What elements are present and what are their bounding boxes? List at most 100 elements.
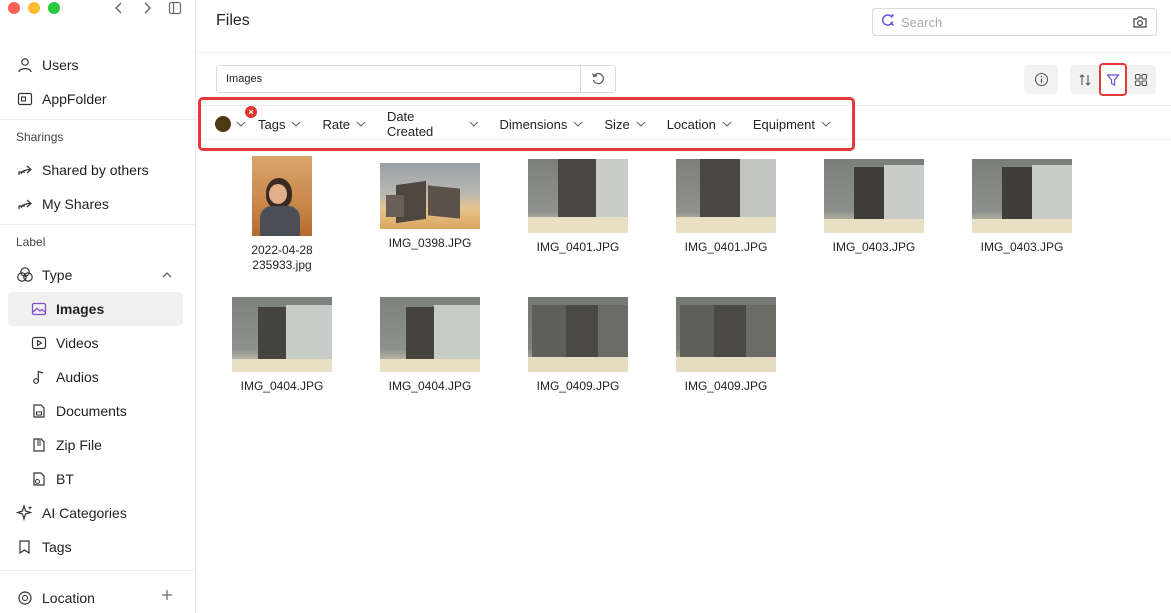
file-tile[interactable]: IMG_0403.JPG — [824, 156, 924, 255]
file-tile[interactable]: IMG_0398.JPG — [380, 156, 480, 251]
image-thumbnail — [676, 297, 776, 372]
image-icon — [30, 300, 48, 318]
zip-icon — [30, 436, 48, 454]
sidebar-item-documents[interactable]: Documents — [8, 394, 183, 428]
chevron-down-icon — [574, 121, 583, 127]
image-thumbnail — [232, 297, 332, 372]
sidebar-item-tags[interactable]: Tags — [0, 530, 195, 564]
minimize-window-button[interactable] — [28, 2, 40, 14]
file-tile[interactable]: IMG_0403.JPG — [972, 156, 1072, 255]
plus-icon[interactable] — [161, 588, 173, 604]
filter-location[interactable]: Location — [667, 117, 732, 132]
image-thumbnail — [380, 163, 480, 229]
sidebar-item-shared-by-others[interactable]: Shared by others — [0, 153, 195, 187]
search-input[interactable]: Search — [872, 8, 1157, 36]
path-text: Images — [226, 73, 263, 85]
sidebar-item-location[interactable]: Location — [0, 570, 195, 613]
file-tile[interactable]: 2022-04-28 235933.jpg — [232, 156, 332, 273]
bt-icon — [30, 470, 48, 488]
share-icon — [16, 195, 34, 213]
sidebar: Users AppFolder Sharings Shared by other… — [0, 0, 196, 613]
clear-color-filter-button[interactable]: × — [245, 106, 257, 118]
filter-equipment[interactable]: Equipment — [753, 117, 831, 132]
sidebar-item-label: AI Categories — [42, 505, 127, 521]
file-name: IMG_0404.JPG — [240, 379, 324, 393]
file-name: IMG_0401.JPG — [684, 240, 768, 254]
sidebar-toggle-icon[interactable] — [168, 0, 182, 16]
view-tools — [1070, 63, 1156, 96]
label-heading: Label — [0, 224, 195, 258]
file-name: IMG_0401.JPG — [536, 240, 620, 254]
sidebar-item-users[interactable]: Users — [0, 48, 195, 82]
close-window-button[interactable] — [8, 2, 20, 14]
chevron-right-icon[interactable] — [140, 0, 154, 16]
image-thumbnail — [380, 297, 480, 372]
image-thumbnail — [528, 159, 628, 233]
sidebar-item-appfolder[interactable]: AppFolder — [0, 82, 195, 116]
chevron-down-icon — [722, 121, 732, 127]
search-placeholder: Search — [901, 14, 943, 30]
sidebar-item-label: Tags — [42, 539, 72, 555]
filter-tags[interactable]: Tags — [258, 117, 301, 132]
sidebar-item-images[interactable]: Images — [8, 292, 183, 326]
file-tile[interactable]: IMG_0401.JPG — [676, 156, 776, 255]
tag-icon — [16, 538, 34, 556]
nav-arrows — [112, 0, 182, 16]
filter-bar: × Tags Rate Date Created Dimensions Size — [198, 97, 855, 151]
sidebar-item-label: Audios — [56, 369, 99, 385]
refresh-button[interactable] — [580, 66, 615, 92]
file-tile[interactable]: IMG_0404.JPG — [232, 297, 332, 394]
image-thumbnail — [252, 156, 312, 236]
filter-rate[interactable]: Rate — [322, 116, 366, 132]
chevron-left-icon[interactable] — [112, 0, 126, 16]
maximize-window-button[interactable] — [48, 2, 60, 14]
window-controls — [8, 2, 60, 14]
sidebar-item-type[interactable]: Type — [0, 258, 195, 292]
sidebar-item-label: Shared by others — [42, 162, 149, 178]
sidebar-item-audios[interactable]: Audios — [8, 360, 183, 394]
sort-button[interactable] — [1071, 65, 1099, 94]
filter-label: Location — [666, 116, 716, 132]
app-folder-icon — [16, 90, 34, 108]
sidebar-item-zip-file[interactable]: Zip File — [8, 428, 183, 462]
sidebar-item-label: Zip File — [56, 437, 102, 453]
sidebar-item-ai-categories[interactable]: AI Categories — [0, 496, 195, 530]
file-name: IMG_0404.JPG — [388, 379, 472, 393]
filter-dimensions[interactable]: Dimensions — [499, 117, 583, 132]
filter-label: Equipment — [752, 116, 815, 132]
chevron-down-icon — [236, 121, 246, 127]
file-tile[interactable]: IMG_0401.JPG — [528, 156, 628, 255]
chevron-down-icon — [356, 121, 366, 127]
filter-size[interactable]: Size — [604, 117, 646, 132]
chevron-up-icon[interactable] — [161, 267, 173, 283]
file-tile[interactable]: IMG_0409.JPG — [528, 297, 628, 394]
camera-icon[interactable] — [1132, 15, 1148, 34]
sharings-heading: Sharings — [0, 119, 195, 153]
path-bar[interactable]: Images — [216, 65, 616, 93]
file-tile[interactable]: IMG_0409.JPG — [676, 297, 776, 394]
grid-view-button[interactable] — [1127, 65, 1155, 94]
filter-date-created[interactable]: Date Created — [387, 109, 479, 139]
sidebar-item-videos[interactable]: Videos — [8, 326, 183, 360]
chevron-down-icon — [636, 121, 646, 127]
sidebar-item-my-shares[interactable]: My Shares — [0, 187, 195, 221]
filter-button[interactable] — [1099, 63, 1127, 96]
color-swatch — [215, 116, 231, 132]
sidebar-item-label: Users — [42, 57, 79, 73]
sparkle-icon — [16, 504, 34, 522]
video-icon — [30, 334, 48, 352]
filter-label: Rate — [322, 116, 350, 132]
sidebar-item-label: Documents — [56, 403, 127, 419]
sidebar-item-label: My Shares — [42, 196, 109, 212]
sidebar-item-label: Type — [42, 267, 73, 283]
info-button[interactable] — [1024, 65, 1058, 94]
image-thumbnail — [972, 159, 1072, 233]
sidebar-item-label: Location — [42, 589, 95, 606]
file-tile[interactable]: IMG_0404.JPG — [380, 297, 480, 394]
image-thumbnail — [824, 159, 924, 233]
location-icon — [16, 589, 34, 607]
file-name: IMG_0403.JPG — [832, 240, 916, 254]
color-filter[interactable]: × — [215, 106, 257, 132]
image-thumbnail — [676, 159, 776, 233]
sidebar-item-bt[interactable]: BT — [8, 462, 183, 496]
